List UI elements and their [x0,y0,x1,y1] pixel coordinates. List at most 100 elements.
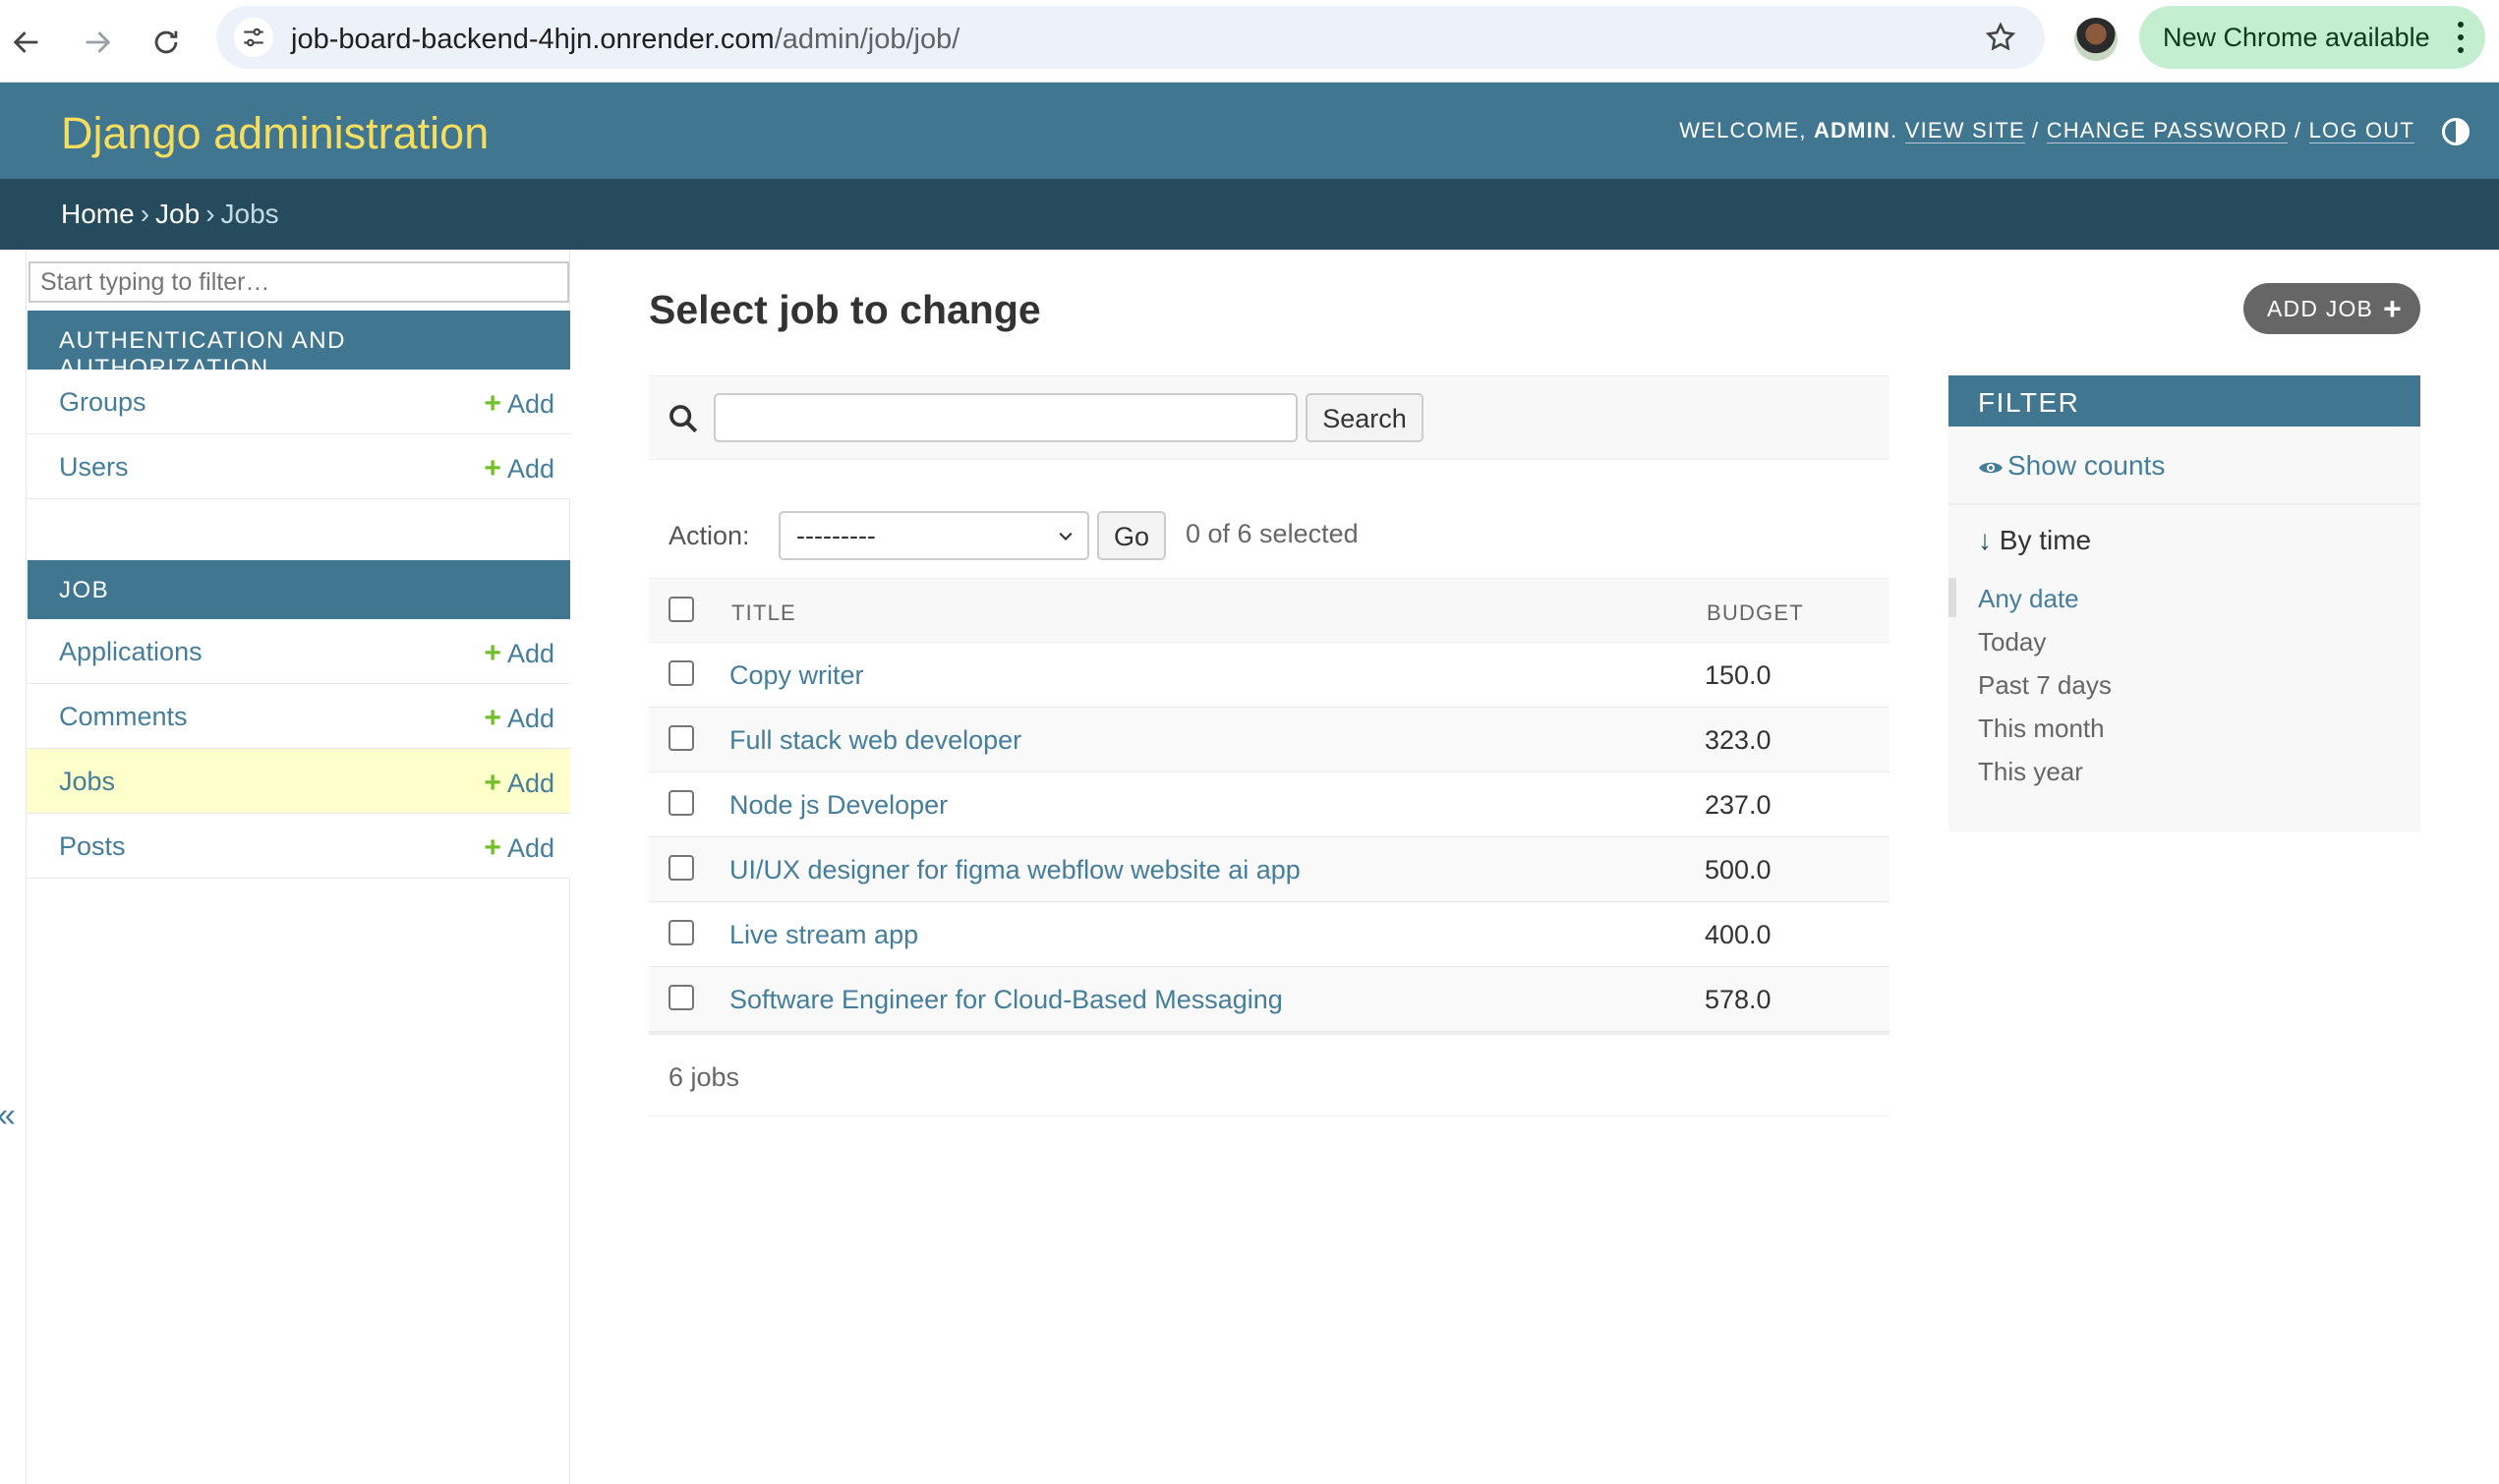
add-link[interactable]: + Add [484,767,554,800]
model-link[interactable]: Comments [59,702,188,732]
sidebar-collapse-toggle[interactable]: « [0,1097,16,1135]
reload-button[interactable] [140,16,193,69]
theme-toggle-icon[interactable] [2442,118,2470,145]
url-host: job-board-backend-4hjn.onrender.com [291,24,775,55]
table-row: UI/UX designer for figma webflow website… [649,837,1889,902]
row-checkbox[interactable] [668,660,694,686]
model-link[interactable]: Groups [59,387,146,418]
job-title-link[interactable]: Full stack web developer [729,725,1021,756]
site-info-button[interactable] [234,18,273,57]
add-link[interactable]: + Add [484,637,554,670]
filter-divider [1948,503,2420,505]
add-job-button[interactable]: Add Job + [2243,283,2420,334]
add-link[interactable]: + Add [484,387,554,421]
add-link[interactable]: + Add [484,831,554,865]
sidebar-item-users[interactable]: Users + Add [28,434,570,499]
back-button[interactable] [0,16,53,69]
sidebar-item-groups[interactable]: Groups + Add [28,370,570,434]
table-row: Node js Developer 237.0 [649,772,1889,837]
change-password-link[interactable]: Change password [2046,118,2288,143]
model-link[interactable]: Jobs [59,767,115,797]
table-row: Copy writer 150.0 [649,643,1889,708]
add-label: Add [506,769,554,798]
model-link[interactable]: Applications [59,637,203,667]
add-label: Add [506,704,554,733]
action-label: Action: [668,521,750,550]
show-counts-label: Show counts [2007,450,2166,481]
select-all-checkbox[interactable] [668,597,694,622]
add-link[interactable]: + Add [484,702,554,735]
row-checkbox[interactable] [668,790,694,816]
filter-group-label: By time [1999,525,2092,555]
forward-button[interactable] [71,16,124,69]
column-header-budget[interactable]: Budget [1707,600,1804,626]
filter-group-title[interactable]: ↓ By time [1978,525,2091,556]
breadcrumb: Home › Job › Jobs [0,179,2499,250]
bookmark-star-icon[interactable] [1984,21,2017,54]
show-counts-link[interactable]: Show counts [1978,450,2165,482]
job-title-link[interactable]: Software Engineer for Cloud-Based Messag… [729,985,1283,1015]
action-selected-value: --------- [796,521,876,550]
nav-sidebar: Authentication and Authorization Groups … [0,250,570,1484]
site-branding[interactable]: Django administration [61,108,489,159]
profile-avatar[interactable] [2074,18,2118,61]
arrow-right-icon [86,31,111,53]
add-link[interactable]: + Add [484,452,554,485]
add-label: Add [506,454,554,484]
arrow-left-icon [13,31,38,53]
changelist-filter: Filter Show counts ↓ By time Any date To… [1948,375,2420,831]
table-row: Live stream app 400.0 [649,902,1889,967]
go-button[interactable]: Go [1097,511,1166,560]
search-icon [669,405,698,433]
row-checkbox[interactable] [668,855,694,881]
module-caption-auth[interactable]: Authentication and Authorization [28,311,570,381]
more-menu-icon[interactable] [2458,22,2464,53]
search-button[interactable]: Search [1306,393,1424,442]
filter-choice-this-month[interactable]: This month [1978,713,2105,744]
job-budget: 237.0 [1705,790,1772,820]
eye-icon [1979,462,2003,473]
job-budget: 323.0 [1705,725,1772,755]
job-budget: 400.0 [1705,920,1772,949]
add-label: Add [506,389,554,419]
url-text: job-board-backend-4hjn.onrender.com/admi… [291,24,959,56]
selected-indicator [1948,578,1956,617]
address-bar[interactable]: job-board-backend-4hjn.onrender.com/admi… [216,6,2045,69]
job-title-link[interactable]: Copy writer [729,660,864,691]
job-title-link[interactable]: Node js Developer [729,790,948,821]
module-caption-job[interactable]: Job [28,560,570,619]
column-header-title[interactable]: Title [731,600,796,626]
row-checkbox[interactable] [668,985,694,1010]
job-title-link[interactable]: Live stream app [729,920,918,950]
model-link[interactable]: Posts [59,831,126,862]
filter-choice-any-date[interactable]: Any date [1978,584,2079,614]
plus-icon: + [484,637,501,669]
job-title-link[interactable]: UI/UX designer for figma webflow website… [729,855,1301,885]
row-checkbox[interactable] [668,725,694,751]
search-input[interactable] [714,393,1298,442]
breadcrumb-app[interactable]: Job [155,199,200,229]
breadcrumb-home[interactable]: Home [61,199,135,229]
plus-icon: + [484,767,501,799]
table-row: Software Engineer for Cloud-Based Messag… [649,967,1889,1032]
view-site-link[interactable]: View site [1904,118,2025,143]
sidebar-item-comments[interactable]: Comments + Add [28,684,570,749]
filter-title: Filter [1948,375,2420,427]
tune-icon [244,28,263,47]
filter-choice-today[interactable]: Today [1978,627,2046,657]
filter-choice-past-7-days[interactable]: Past 7 days [1978,670,2112,701]
sidebar-item-posts[interactable]: Posts + Add [28,814,570,879]
row-checkbox[interactable] [668,920,694,945]
chevron-down-icon [1059,532,1073,541]
chrome-update-button[interactable]: New Chrome available [2139,6,2485,69]
action-select[interactable]: --------- [779,511,1089,560]
table-header: Title Budget [649,578,1889,643]
filter-choice-this-year[interactable]: This year [1978,757,2083,787]
actions-bar: Action: --------- Go 0 of 6 selected [649,503,1889,578]
sidebar-item-applications[interactable]: Applications + Add [28,619,570,684]
model-link[interactable]: Users [59,452,129,483]
log-out-link[interactable]: Log out [2308,118,2414,143]
plus-icon: + [484,831,501,864]
nav-filter-input[interactable] [29,261,569,303]
sidebar-item-jobs[interactable]: Jobs + Add [28,749,570,814]
